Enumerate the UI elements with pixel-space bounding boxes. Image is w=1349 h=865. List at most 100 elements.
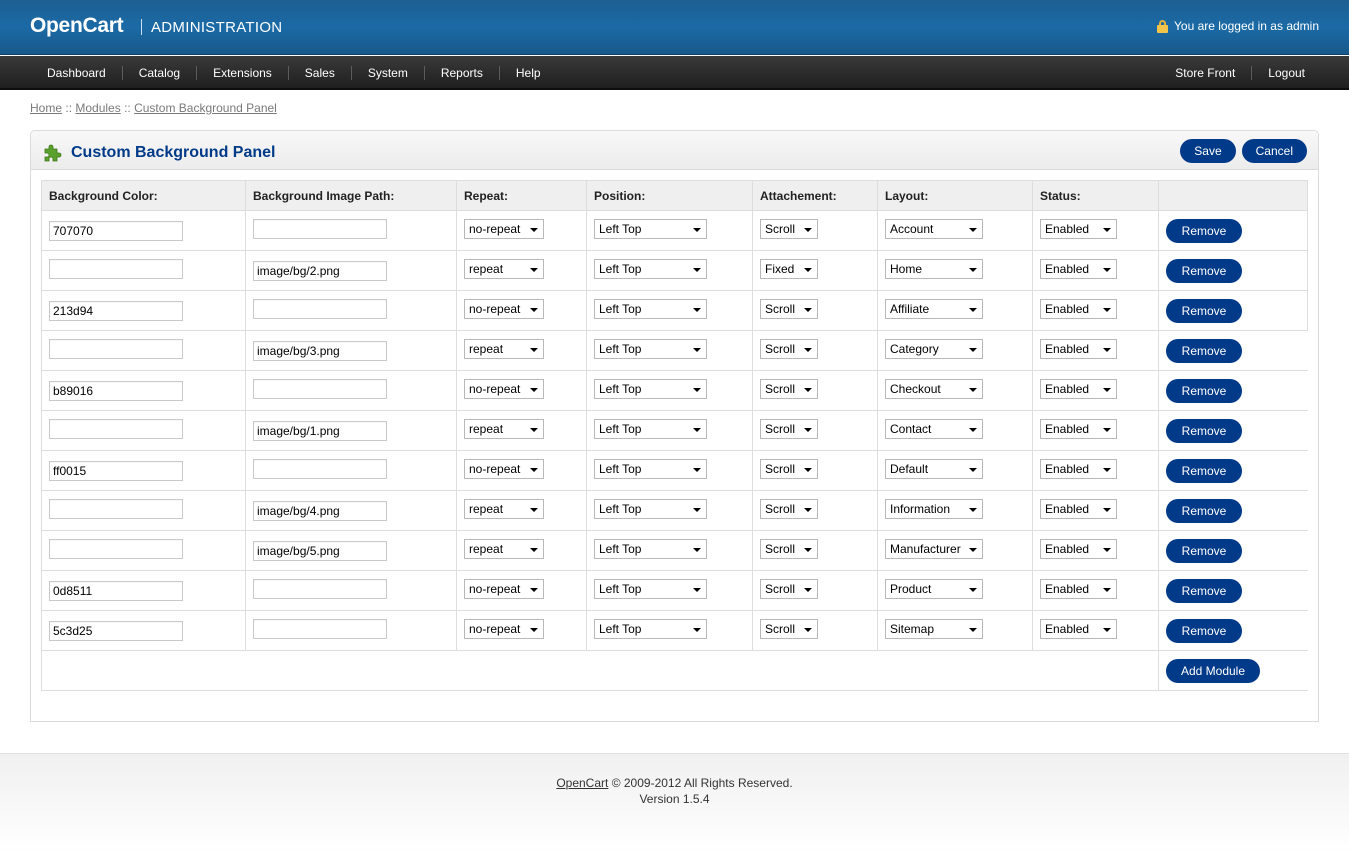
menu-catalog[interactable]: Catalog (123, 66, 198, 80)
remove-button[interactable]: Remove (1166, 538, 1242, 563)
breadcrumb-home[interactable]: Home (30, 101, 62, 115)
attachment-select[interactable]: Scroll (760, 379, 818, 399)
layout-select[interactable]: Sitemap (885, 619, 983, 639)
status-select[interactable]: Enabled (1040, 259, 1117, 279)
status-select[interactable]: Enabled (1040, 419, 1117, 439)
layout-select[interactable]: Home (885, 259, 983, 279)
position-select[interactable]: Left Top (594, 299, 707, 319)
remove-button[interactable]: Remove (1166, 338, 1242, 363)
status-select[interactable]: Enabled (1040, 299, 1117, 319)
remove-button[interactable]: Remove (1166, 418, 1242, 443)
layout-select[interactable]: Checkout (885, 379, 983, 399)
position-select[interactable]: Left Top (594, 259, 707, 279)
background-image-input[interactable] (253, 219, 387, 239)
menu-help[interactable]: Help (500, 66, 557, 80)
background-image-input[interactable] (253, 619, 387, 639)
background-image-input[interactable]: image/bg/4.png (253, 500, 387, 521)
background-color-input[interactable] (49, 539, 183, 559)
layout-select[interactable]: Affiliate (885, 299, 983, 319)
layout-select[interactable]: Information (885, 499, 983, 519)
repeat-select[interactable]: repeat (464, 339, 544, 359)
status-select[interactable]: Enabled (1040, 219, 1117, 239)
background-image-input[interactable] (253, 379, 387, 399)
background-color-input[interactable] (49, 419, 183, 439)
attachment-select[interactable]: Scroll (760, 299, 818, 319)
brand-logo[interactable]: OpenCart (30, 14, 124, 38)
status-select[interactable]: Enabled (1040, 379, 1117, 399)
attachment-select[interactable]: Scroll (760, 459, 818, 479)
cancel-button[interactable]: Cancel (1241, 139, 1307, 163)
attachment-select[interactable]: Scroll (760, 339, 818, 359)
status-select[interactable]: Enabled (1040, 499, 1117, 519)
background-color-input[interactable]: b89016 (49, 380, 183, 401)
layout-select[interactable]: Category (885, 339, 983, 359)
background-color-input[interactable] (49, 499, 183, 519)
attachment-select[interactable]: Scroll (760, 539, 818, 559)
breadcrumb-modules[interactable]: Modules (75, 101, 120, 115)
remove-button[interactable]: Remove (1166, 378, 1242, 403)
repeat-select[interactable]: no-repeat (464, 579, 544, 599)
remove-button[interactable]: Remove (1166, 258, 1242, 283)
status-select[interactable]: Enabled (1040, 339, 1117, 359)
remove-button[interactable]: Remove (1166, 298, 1242, 323)
background-color-input[interactable]: 0d8511 (49, 580, 183, 601)
repeat-select[interactable]: no-repeat (464, 619, 544, 639)
position-select[interactable]: Left Top (594, 579, 707, 599)
menu-logout[interactable]: Logout (1252, 66, 1321, 80)
attachment-select[interactable]: Scroll (760, 499, 818, 519)
remove-button[interactable]: Remove (1166, 618, 1242, 643)
position-select[interactable]: Left Top (594, 459, 707, 479)
position-select[interactable]: Left Top (594, 219, 707, 239)
menu-reports[interactable]: Reports (425, 66, 500, 80)
menu-store-front[interactable]: Store Front (1159, 66, 1253, 80)
background-color-input[interactable]: ff0015 (49, 460, 183, 481)
background-image-input[interactable] (253, 299, 387, 319)
attachment-select[interactable]: Scroll (760, 619, 818, 639)
remove-button[interactable]: Remove (1166, 218, 1242, 243)
background-color-input[interactable]: 707070 (49, 220, 183, 241)
status-select[interactable]: Enabled (1040, 619, 1117, 639)
position-select[interactable]: Left Top (594, 339, 707, 359)
attachment-select[interactable]: Scroll (760, 579, 818, 599)
menu-sales[interactable]: Sales (289, 66, 352, 80)
remove-button[interactable]: Remove (1166, 578, 1242, 603)
background-image-input[interactable] (253, 459, 387, 479)
remove-button[interactable]: Remove (1166, 498, 1242, 523)
layout-select[interactable]: Contact (885, 419, 983, 439)
background-image-input[interactable] (253, 579, 387, 599)
attachment-select[interactable]: Scroll (760, 419, 818, 439)
position-select[interactable]: Left Top (594, 379, 707, 399)
menu-system[interactable]: System (352, 66, 425, 80)
layout-select[interactable]: Manufacturer (885, 539, 983, 559)
repeat-select[interactable]: no-repeat (464, 219, 544, 239)
footer-opencart-link[interactable]: OpenCart (556, 776, 608, 790)
repeat-select[interactable]: no-repeat (464, 379, 544, 399)
status-select[interactable]: Enabled (1040, 459, 1117, 479)
position-select[interactable]: Left Top (594, 619, 707, 639)
background-color-input[interactable] (49, 259, 183, 279)
menu-dashboard[interactable]: Dashboard (31, 66, 123, 80)
layout-select[interactable]: Product (885, 579, 983, 599)
background-color-input[interactable] (49, 339, 183, 359)
background-color-input[interactable]: 213d94 (49, 300, 183, 321)
background-color-input[interactable]: 5c3d25 (49, 620, 183, 641)
attachment-select[interactable]: Scroll (760, 219, 818, 239)
background-image-input[interactable]: image/bg/5.png (253, 540, 387, 561)
position-select[interactable]: Left Top (594, 419, 707, 439)
breadcrumb-current[interactable]: Custom Background Panel (134, 101, 277, 115)
background-image-input[interactable]: image/bg/3.png (253, 340, 387, 361)
repeat-select[interactable]: repeat (464, 419, 544, 439)
background-image-input[interactable]: image/bg/1.png (253, 420, 387, 441)
layout-select[interactable]: Default (885, 459, 983, 479)
status-select[interactable]: Enabled (1040, 539, 1117, 559)
repeat-select[interactable]: no-repeat (464, 299, 544, 319)
layout-select[interactable]: Account (885, 219, 983, 239)
background-image-input[interactable]: image/bg/2.png (253, 260, 387, 281)
menu-extensions[interactable]: Extensions (197, 66, 289, 80)
status-select[interactable]: Enabled (1040, 579, 1117, 599)
attachment-select[interactable]: Fixed (760, 259, 818, 279)
repeat-select[interactable]: repeat (464, 259, 544, 279)
save-button[interactable]: Save (1180, 139, 1236, 163)
repeat-select[interactable]: repeat (464, 499, 544, 519)
position-select[interactable]: Left Top (594, 539, 707, 559)
